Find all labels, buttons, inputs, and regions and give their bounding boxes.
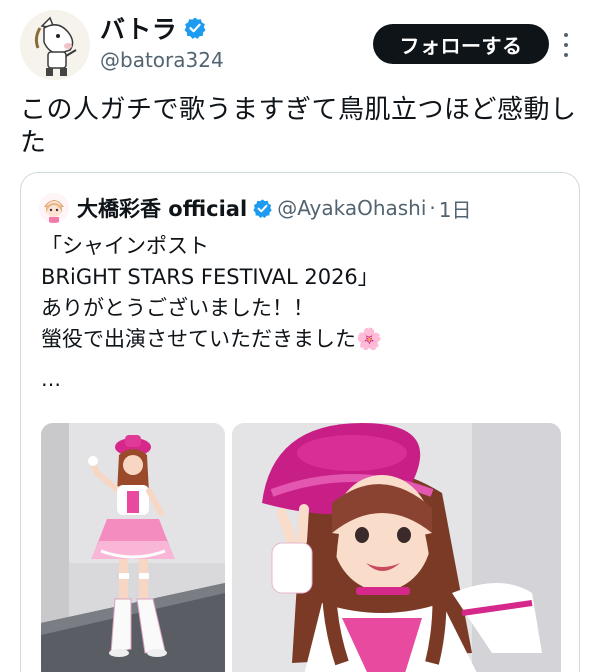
quoted-text-line: 「シャインポスト xyxy=(41,234,209,258)
header-separator: · xyxy=(429,196,436,220)
quoted-author-name[interactable]: 大橋彩香 official xyxy=(77,193,247,223)
photo-illustration xyxy=(232,423,561,672)
follow-button[interactable]: フォローする xyxy=(373,24,549,64)
verified-badge-icon xyxy=(184,17,206,39)
quoted-tweet-header: 大橋彩香 official @AyakaOhashi · 1日 xyxy=(39,193,472,223)
quoted-author-handle[interactable]: @AyakaOhashi xyxy=(277,196,426,220)
quoted-text-line-with-emoji: 螢役で出演させていただきました🌸 xyxy=(41,324,561,355)
cherry-blossom-emoji: 🌸 xyxy=(356,327,383,351)
quoted-tweet[interactable]: 大橋彩香 official @AyakaOhashi · 1日 「シャインポスト… xyxy=(20,172,580,672)
author-avatar[interactable] xyxy=(20,10,90,80)
author-handle[interactable]: @batora324 xyxy=(100,48,224,72)
more-dot xyxy=(564,53,568,57)
author-display-name[interactable]: バトラ xyxy=(100,10,177,46)
more-dot xyxy=(564,43,568,47)
tweet-text: この人ガチで歌うますぎて鳥肌立つほど感動した xyxy=(20,95,577,158)
quoted-author-avatar[interactable] xyxy=(39,193,69,223)
quoted-text-line: BRiGHT STARS FESTIVAL 2026」 xyxy=(41,265,379,289)
more-options-icon[interactable] xyxy=(560,33,572,57)
performer-selfie-photo[interactable] xyxy=(232,423,561,672)
horse-mascot-avatar-icon xyxy=(20,10,90,80)
quoted-timestamp[interactable]: 1日 xyxy=(439,194,472,223)
chibi-avatar-icon xyxy=(39,193,69,223)
quoted-text-line: 螢役で出演させていただきました xyxy=(41,327,356,351)
photo-illustration xyxy=(41,423,225,672)
verified-badge-icon xyxy=(253,198,272,218)
tweet-card: バトラ @batora324 フォローする この人ガチで歌うますぎて鳥肌立つほど… xyxy=(0,0,600,672)
quoted-tweet-text: 「シャインポスト BRiGHT STARS FESTIVAL 2026」 ありが… xyxy=(41,231,561,355)
truncation-ellipsis: … xyxy=(41,367,61,391)
performer-full-body-photo[interactable] xyxy=(41,423,225,672)
author-name-row: バトラ xyxy=(100,12,224,44)
more-dot xyxy=(564,33,568,37)
quoted-text-line: ありがとうございました！！ xyxy=(41,296,314,320)
author-info: バトラ @batora324 xyxy=(100,12,224,72)
